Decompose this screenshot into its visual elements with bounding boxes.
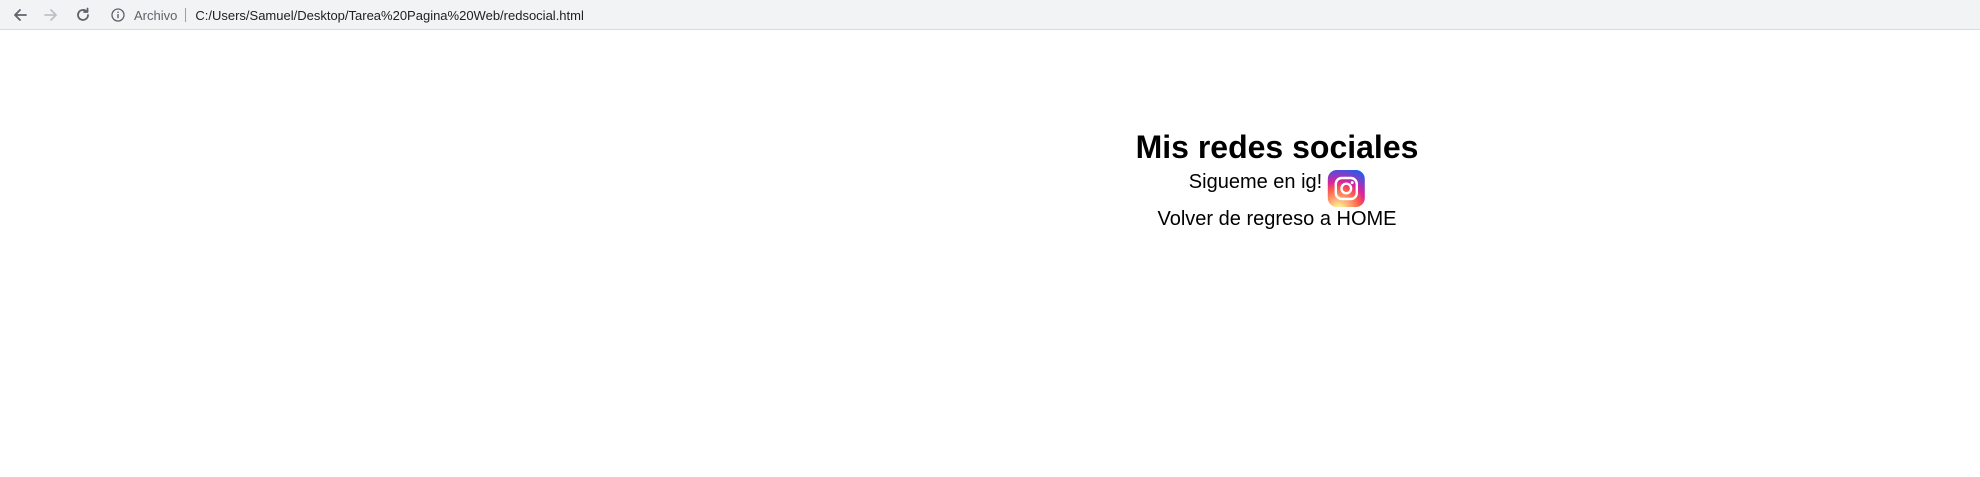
browser-toolbar: Archivo C:/Users/Samuel/Desktop/Tarea%20… [0, 0, 1980, 30]
url-text[interactable]: C:/Users/Samuel/Desktop/Tarea%20Pagina%2… [195, 8, 584, 23]
page-title: Mis redes sociales [1135, 129, 1419, 165]
instagram-icon[interactable] [1328, 170, 1366, 207]
scheme-label: Archivo [134, 7, 178, 23]
reload-icon [77, 7, 89, 21]
arrow-left-icon [14, 9, 27, 21]
instagram-row: Sigueme en ig! [1188, 170, 1366, 207]
arrow-right-icon [44, 9, 57, 21]
address-bar[interactable]: Archivo C:/Users/Samuel/Desktop/Tarea%20… [110, 3, 584, 27]
address-separator [185, 8, 187, 22]
instagram-text: Sigueme en ig! [1188, 171, 1323, 193]
reload-button[interactable] [72, 4, 94, 26]
info-icon[interactable] [110, 7, 126, 23]
forward-button[interactable] [40, 4, 62, 26]
home-link[interactable]: Volver de regreso a HOME [1158, 208, 1397, 231]
page-content: Mis redes sociales Sigueme en ig! Volver… [0, 30, 1980, 477]
back-button[interactable] [9, 4, 31, 26]
